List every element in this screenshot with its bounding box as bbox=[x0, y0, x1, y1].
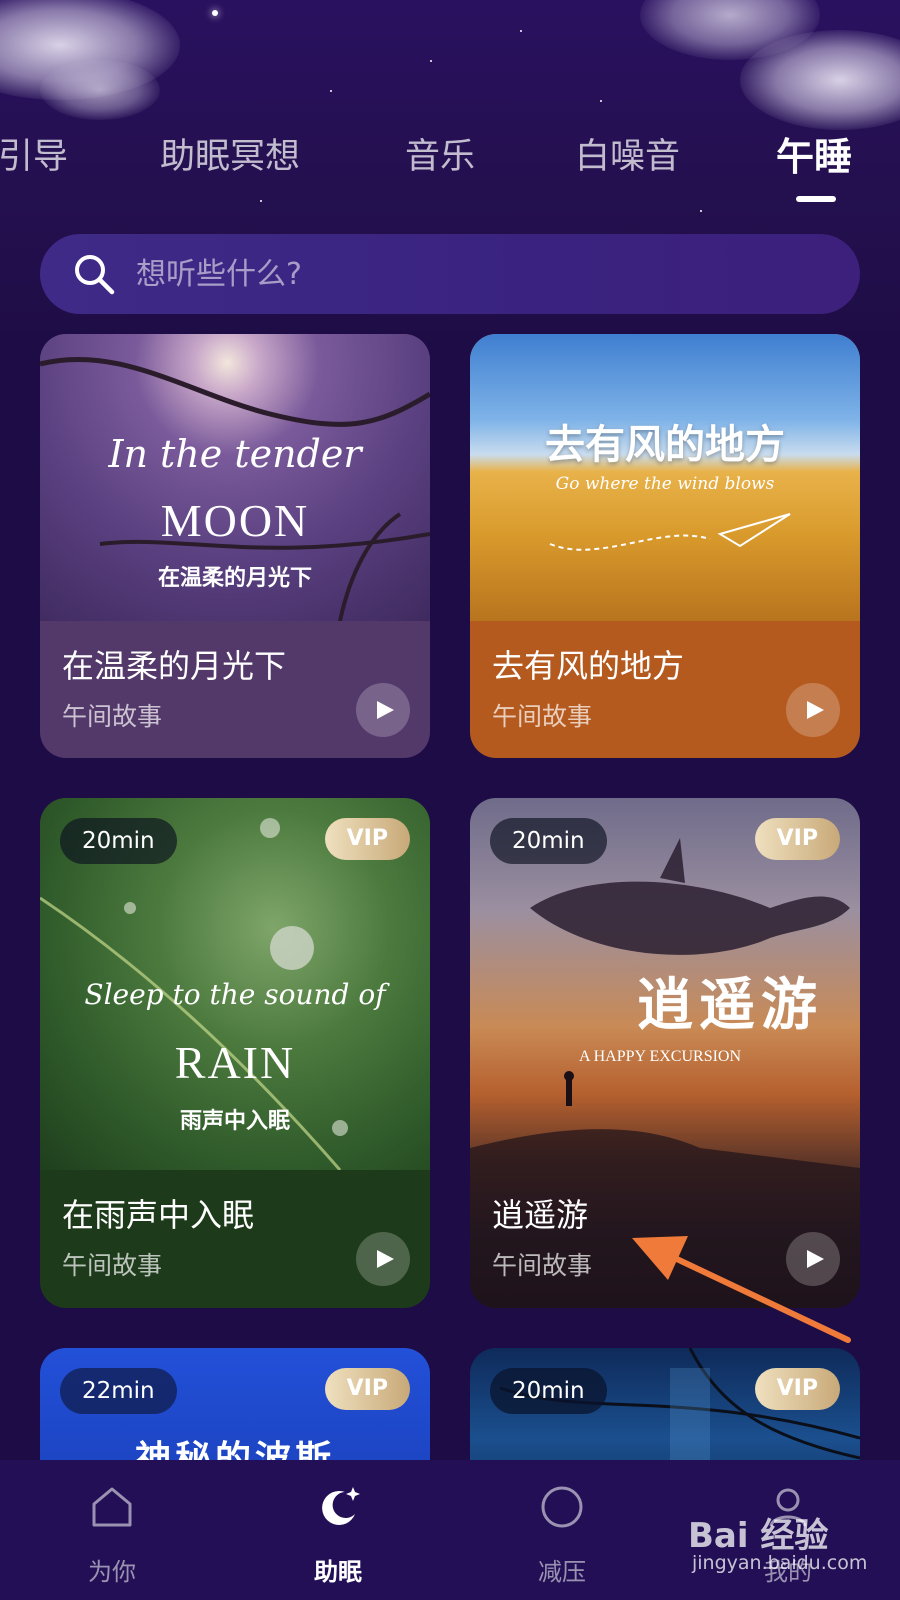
nav-relax[interactable]: 减压 bbox=[492, 1460, 632, 1600]
play-button[interactable] bbox=[786, 683, 840, 737]
card-title: 去有风的地方 bbox=[492, 647, 685, 685]
card-subtitle: 午间故事 bbox=[62, 702, 163, 731]
nav-label: 为你 bbox=[88, 1558, 136, 1586]
nav-label: 减压 bbox=[538, 1558, 586, 1586]
duration-badge: 20min bbox=[490, 1368, 607, 1414]
vip-badge: VIP bbox=[324, 818, 410, 860]
tab-nap[interactable]: 午睡 bbox=[776, 126, 852, 181]
search-bar[interactable] bbox=[40, 234, 860, 314]
star-decoration bbox=[330, 90, 332, 92]
cover-cn-text: 在温柔的月光下 bbox=[157, 566, 312, 591]
vip-badge: VIP bbox=[754, 1368, 840, 1410]
card-cover-image: 20min VIP Sleep to the sound of RAIN 雨声中… bbox=[40, 798, 430, 1170]
card-info: 去有风的地方 午间故事 bbox=[470, 621, 860, 758]
cover-title-text: RAIN bbox=[174, 1037, 296, 1088]
star-decoration bbox=[600, 100, 602, 102]
nav-for-you[interactable]: 为你 bbox=[42, 1460, 182, 1600]
cover-cn-text: 雨声中入眠 bbox=[179, 1109, 290, 1134]
card-title: 在雨声中入眠 bbox=[62, 1196, 255, 1234]
tab-white-noise[interactable]: 白噪音 bbox=[575, 128, 680, 179]
tab-music[interactable]: 音乐 bbox=[405, 128, 475, 179]
story-card[interactable]: 20min VIP Sleep to the sound of RAIN 雨声中… bbox=[40, 798, 430, 1308]
cloud-decoration bbox=[40, 60, 160, 120]
home-icon bbox=[92, 1487, 132, 1527]
duration-badge: 20min bbox=[60, 818, 177, 864]
cover-script-text: Go where the wind blows bbox=[555, 474, 775, 494]
duration-badge: 22min bbox=[60, 1368, 177, 1414]
star-decoration bbox=[430, 60, 432, 62]
watermark-url: jingyan.baidu.com bbox=[692, 1552, 868, 1574]
card-subtitle: 午间故事 bbox=[492, 702, 593, 731]
vip-badge: VIP bbox=[754, 818, 840, 860]
cover-cn-text: 去有风的地方 bbox=[545, 422, 785, 468]
watermark-brand: Bai 经验 bbox=[688, 1516, 829, 1556]
card-subtitle: 午间故事 bbox=[62, 1251, 163, 1280]
play-icon bbox=[807, 701, 824, 719]
paper-plane-icon bbox=[549, 513, 791, 551]
story-card[interactable]: 去有风的地方 Go where the wind blows 去有风的地方 午间… bbox=[470, 334, 860, 758]
play-button[interactable] bbox=[786, 1232, 840, 1286]
card-title: 逍遥游 bbox=[492, 1196, 589, 1234]
search-icon bbox=[72, 252, 116, 296]
category-tabs: 引导 助眠冥想 音乐 白噪音 午睡 bbox=[0, 128, 900, 208]
tab-sleep-meditation[interactable]: 助眠冥想 bbox=[160, 128, 300, 179]
cover-cn-text: 逍遥游 bbox=[637, 973, 823, 1038]
duration-badge: 20min bbox=[490, 818, 607, 864]
card-title: 在温柔的月光下 bbox=[62, 647, 287, 685]
story-card[interactable]: In the tender MOON 在温柔的月光下 在温柔的月光下 午间故事 bbox=[40, 334, 430, 758]
card-cover-image: 去有风的地方 Go where the wind blows bbox=[470, 334, 860, 621]
story-card[interactable]: 20min VIP 逍遥游 A HAPPY EXCURSION 逍遥游 午间故事 bbox=[470, 798, 860, 1308]
card-cover-image: In the tender MOON 在温柔的月光下 bbox=[40, 334, 430, 621]
star-decoration bbox=[520, 30, 522, 32]
play-icon bbox=[377, 1250, 394, 1268]
active-tab-indicator bbox=[796, 196, 836, 202]
card-info: 在温柔的月光下 午间故事 bbox=[40, 621, 430, 758]
cover-script-text: In the tender bbox=[108, 432, 362, 476]
search-input[interactable] bbox=[134, 255, 778, 293]
cover-title-text: MOON bbox=[160, 495, 310, 546]
play-button[interactable] bbox=[356, 683, 410, 737]
play-icon bbox=[807, 1250, 824, 1268]
card-info: 在雨声中入眠 午间故事 bbox=[40, 1170, 430, 1308]
play-button[interactable] bbox=[356, 1232, 410, 1286]
tab-guide[interactable]: 引导 bbox=[0, 128, 68, 179]
vip-badge: VIP bbox=[324, 1368, 410, 1410]
cover-script-text: Sleep to the sound of bbox=[84, 978, 386, 1011]
nav-sleep[interactable]: 助眠 bbox=[268, 1460, 408, 1600]
star-decoration bbox=[700, 210, 702, 212]
card-subtitle: 午间故事 bbox=[492, 1251, 593, 1280]
play-icon bbox=[377, 701, 394, 719]
card-info: 逍遥游 午间故事 bbox=[470, 1170, 860, 1308]
cover-en-text: A HAPPY EXCURSION bbox=[578, 1048, 742, 1065]
star-decoration bbox=[212, 10, 218, 16]
nav-label: 助眠 bbox=[314, 1558, 362, 1586]
moon-icon bbox=[322, 1487, 360, 1525]
circle-icon bbox=[541, 1486, 583, 1528]
